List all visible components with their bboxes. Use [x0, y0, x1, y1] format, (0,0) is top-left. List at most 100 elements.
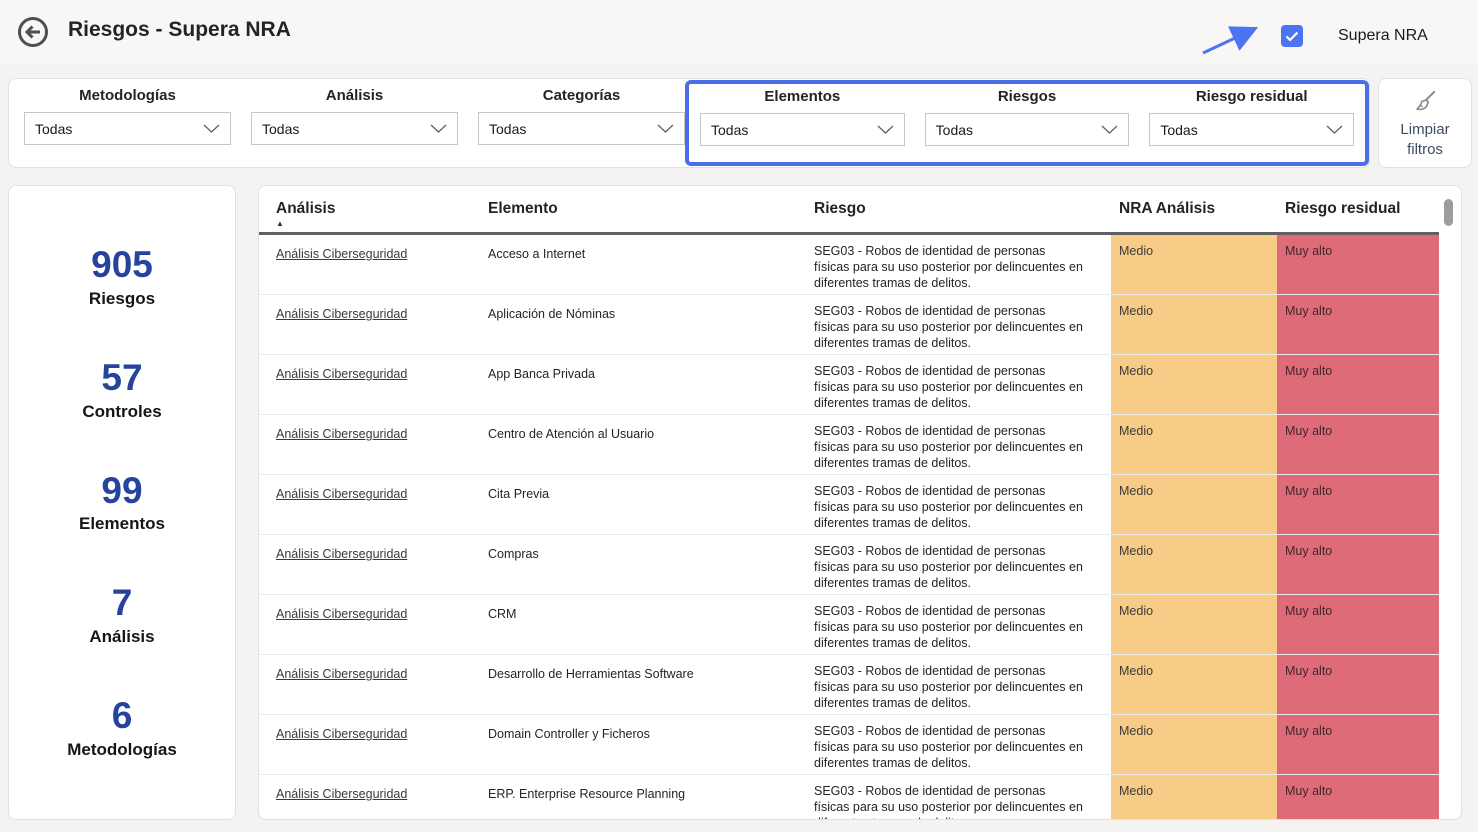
analisis-cell: Análisis Ciberseguridad [259, 655, 488, 714]
filter-label: Categorías [468, 87, 695, 104]
riesgo-residual-cell: Muy alto [1277, 715, 1439, 774]
table-body: Análisis Ciberseguridad Acceso a Interne… [259, 235, 1461, 820]
riesgo-cell: SEG03 - Robos de identidad de personas f… [814, 775, 1111, 820]
kpi-block: 6 Metodologías [9, 696, 235, 760]
elemento-cell: Desarrollo de Herramientas Software [488, 655, 814, 714]
column-header-analisis[interactable]: Análisis ▲ [259, 200, 488, 232]
filter-dropdown[interactable]: Todas [478, 112, 685, 145]
table-row: Análisis Ciberseguridad ERP. Enterprise … [259, 775, 1439, 820]
page-title: Riesgos - Supera NRA [68, 18, 291, 42]
riesgo-residual-cell: Muy alto [1277, 355, 1439, 414]
analisis-link[interactable]: Análisis Ciberseguridad [276, 487, 407, 501]
table-row: Análisis Ciberseguridad Compras SEG03 - … [259, 535, 1439, 595]
riesgo-residual-cell: Muy alto [1277, 235, 1439, 294]
filter-dropdown-value: Todas [711, 122, 748, 138]
riesgo-residual-cell: Muy alto [1277, 775, 1439, 820]
riesgo-cell: SEG03 - Robos de identidad de personas f… [814, 715, 1111, 774]
analisis-link[interactable]: Análisis Ciberseguridad [276, 247, 407, 261]
elemento-cell: Cita Previa [488, 475, 814, 534]
nra-analisis-cell: Medio [1111, 775, 1277, 820]
filter-dropdown-value: Todas [1160, 122, 1197, 138]
elemento-cell: Centro de Atención al Usuario [488, 415, 814, 474]
filter-dropdown[interactable]: Todas [925, 113, 1130, 146]
table-row: Análisis Ciberseguridad Desarrollo de He… [259, 655, 1439, 715]
analisis-cell: Análisis Ciberseguridad [259, 475, 488, 534]
nra-analisis-cell: Medio [1111, 415, 1277, 474]
elemento-cell: Compras [488, 535, 814, 594]
analisis-cell: Análisis Ciberseguridad [259, 535, 488, 594]
analisis-link[interactable]: Análisis Ciberseguridad [276, 427, 407, 441]
table-header-row: Análisis ▲ Elemento Riesgo NRA Análisis … [259, 186, 1439, 235]
filter-dropdown[interactable]: Todas [700, 113, 905, 146]
riesgo-residual-cell: Muy alto [1277, 415, 1439, 474]
riesgo-cell: SEG03 - Robos de identidad de personas f… [814, 535, 1111, 594]
vertical-scrollbar-thumb[interactable] [1444, 199, 1453, 226]
nra-analisis-cell: Medio [1111, 235, 1277, 294]
filter-item: Metodologías Todas [14, 79, 241, 167]
filter-label: Riesgos [915, 88, 1140, 105]
kpi-block: 57 Controles [9, 358, 235, 422]
sort-ascending-icon: ▲ [276, 219, 488, 228]
analisis-cell: Análisis Ciberseguridad [259, 295, 488, 354]
kpi-value: 6 [9, 696, 235, 737]
riesgo-cell: SEG03 - Robos de identidad de personas f… [814, 355, 1111, 414]
nra-analisis-cell: Medio [1111, 595, 1277, 654]
riesgo-cell: SEG03 - Robos de identidad de personas f… [814, 415, 1111, 474]
elemento-cell: Aplicación de Nóminas [488, 295, 814, 354]
elemento-cell: Acceso a Internet [488, 235, 814, 294]
analisis-cell: Análisis Ciberseguridad [259, 415, 488, 474]
filter-item: Análisis Todas [241, 79, 468, 167]
kpi-panel: 905 Riesgos 57 Controles 99 Elementos 7 … [8, 185, 236, 820]
analisis-link[interactable]: Análisis Ciberseguridad [276, 607, 407, 621]
analisis-cell: Análisis Ciberseguridad [259, 595, 488, 654]
filter-dropdown-value: Todas [262, 121, 299, 137]
risks-table: Análisis ▲ Elemento Riesgo NRA Análisis … [258, 185, 1462, 820]
filter-group-left: Metodologías Todas Análisis Todas Catego… [14, 79, 695, 167]
kpi-value: 99 [9, 471, 235, 512]
clear-filters-label: Limpiar filtros [1394, 120, 1456, 161]
clear-filters-button[interactable]: Limpiar filtros [1378, 78, 1472, 168]
column-header-nra-analisis[interactable]: NRA Análisis [1111, 200, 1277, 232]
back-button[interactable] [16, 15, 50, 49]
filter-group-highlighted: Elementos Todas Riesgos Todas Riesgo res… [685, 80, 1369, 166]
nra-analisis-cell: Medio [1111, 475, 1277, 534]
elemento-cell: ERP. Enterprise Resource Planning [488, 775, 814, 820]
nra-analisis-cell: Medio [1111, 715, 1277, 774]
filter-dropdown[interactable]: Todas [24, 112, 231, 145]
column-header-riesgo-residual[interactable]: Riesgo residual [1277, 200, 1439, 232]
riesgo-cell: SEG03 - Robos de identidad de personas f… [814, 595, 1111, 654]
filter-label: Análisis [241, 87, 468, 104]
analisis-link[interactable]: Análisis Ciberseguridad [276, 667, 407, 681]
kpi-label: Análisis [9, 627, 235, 647]
filter-bar: Metodologías Todas Análisis Todas Catego… [8, 78, 1370, 168]
analisis-link[interactable]: Análisis Ciberseguridad [276, 547, 407, 561]
riesgo-cell: SEG03 - Robos de identidad de personas f… [814, 655, 1111, 714]
filter-dropdown[interactable]: Todas [1149, 113, 1354, 146]
column-header-elemento[interactable]: Elemento [488, 200, 814, 232]
kpi-block: 905 Riesgos [9, 245, 235, 309]
analisis-cell: Análisis Ciberseguridad [259, 235, 488, 294]
top-header-bar: Riesgos - Supera NRA Supera NRA [0, 0, 1478, 64]
analisis-link[interactable]: Análisis Ciberseguridad [276, 727, 407, 741]
chevron-down-icon [1101, 125, 1118, 134]
analisis-link[interactable]: Análisis Ciberseguridad [276, 307, 407, 321]
kpi-value: 905 [9, 245, 235, 286]
kpi-block: 99 Elementos [9, 471, 235, 535]
analisis-link[interactable]: Análisis Ciberseguridad [276, 787, 407, 801]
analisis-link[interactable]: Análisis Ciberseguridad [276, 367, 407, 381]
kpi-block: 7 Análisis [9, 583, 235, 647]
chevron-down-icon [430, 124, 447, 133]
filter-dropdown-value: Todas [936, 122, 973, 138]
analisis-cell: Análisis Ciberseguridad [259, 775, 488, 820]
kpi-label: Elementos [9, 514, 235, 534]
nra-analisis-cell: Medio [1111, 535, 1277, 594]
filter-dropdown[interactable]: Todas [251, 112, 458, 145]
filter-label: Metodologías [14, 87, 241, 104]
nra-analisis-cell: Medio [1111, 295, 1277, 354]
table-row: Análisis Ciberseguridad Acceso a Interne… [259, 235, 1439, 295]
analisis-cell: Análisis Ciberseguridad [259, 715, 488, 774]
chevron-down-icon [203, 124, 220, 133]
column-header-riesgo[interactable]: Riesgo [814, 200, 1111, 232]
supera-nra-checkbox[interactable] [1281, 25, 1303, 47]
filter-item: Riesgo residual Todas [1139, 84, 1364, 162]
